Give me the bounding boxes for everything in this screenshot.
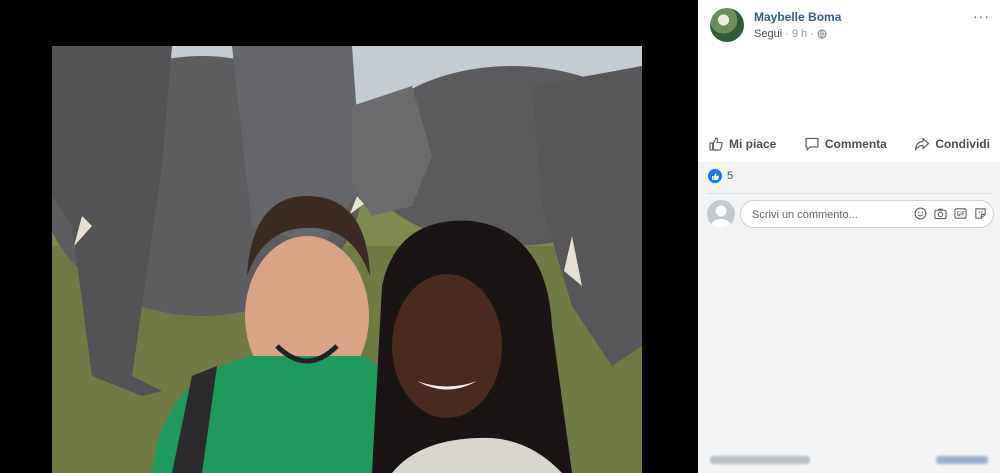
camera-icon[interactable]	[933, 206, 947, 220]
meta-separator: ·	[785, 28, 789, 40]
comment-label: Commenta	[824, 137, 887, 151]
post-side-panel: Maybelle Boma Segui · 9 h · ··· Mi piace…	[698, 0, 1000, 473]
follow-link[interactable]: Segui	[754, 28, 782, 40]
gif-icon[interactable]	[953, 206, 967, 220]
author-name[interactable]: Maybelle Boma	[754, 10, 841, 24]
current-user-avatar	[707, 200, 735, 228]
comment-button[interactable]: Commenta	[804, 136, 887, 152]
comment-input-box[interactable]	[740, 200, 994, 228]
post-meta: Segui · 9 h ·	[754, 28, 827, 40]
comment-tools	[913, 206, 987, 220]
share-arrow-icon	[915, 137, 930, 151]
post-actions: Mi piace Commenta Condividi	[708, 128, 990, 160]
divider	[706, 193, 992, 194]
comment-input[interactable]	[750, 206, 904, 224]
thumbs-up-icon	[709, 137, 723, 151]
reactions-summary[interactable]: 5	[708, 169, 733, 183]
photo-viewer-stage	[0, 0, 698, 473]
footer-blur-right	[936, 456, 988, 467]
sticker-icon[interactable]	[973, 206, 987, 220]
post-photo[interactable]	[52, 46, 642, 473]
emoji-icon[interactable]	[913, 206, 927, 220]
speech-bubble-icon	[805, 137, 819, 151]
photo-image	[52, 46, 642, 473]
author-avatar[interactable]	[710, 8, 744, 42]
reactions-count: 5	[727, 170, 734, 182]
post-timestamp[interactable]: 9 h	[792, 28, 807, 40]
like-label: Mi piace	[729, 137, 777, 151]
blurred-footer	[698, 450, 1000, 473]
share-label: Condividi	[935, 137, 990, 151]
footer-blur-left	[710, 456, 810, 467]
globe-icon	[817, 29, 827, 39]
like-reaction-icon	[708, 169, 722, 183]
meta-separator-2: ·	[810, 28, 814, 40]
more-options-button[interactable]: ···	[973, 8, 990, 24]
like-button[interactable]: Mi piace	[708, 136, 776, 152]
share-button[interactable]: Condividi	[914, 136, 990, 152]
